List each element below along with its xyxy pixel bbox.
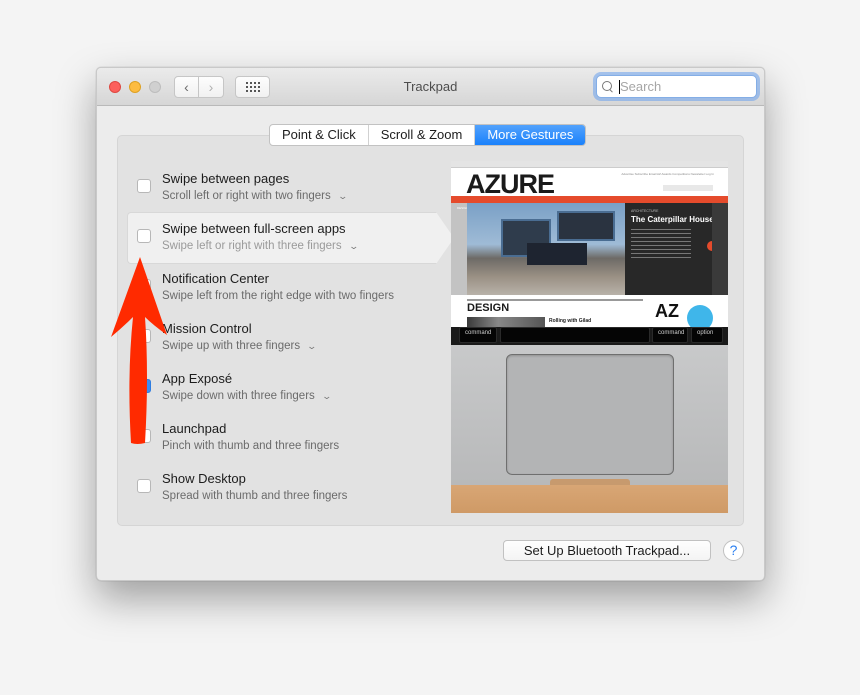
- preview-site-header: AZURE Advertise Subscribe Email AZ Award…: [451, 168, 728, 199]
- preview-feature-text: [631, 229, 691, 259]
- red-arrow-annotation-icon: [111, 257, 167, 444]
- gesture-subtitle[interactable]: Swipe left or right with three fingers ⌄: [162, 240, 359, 252]
- gesture-subtitle: Spread with thumb and three fingers: [162, 490, 348, 502]
- search-field[interactable]: [596, 75, 757, 98]
- tab-scroll-zoom[interactable]: Scroll & Zoom: [369, 125, 476, 145]
- preview-site-nav: DESIGN ARCHITECTURE INTERIORS CURIOSITY …: [451, 196, 728, 210]
- gesture-title: Notification Center: [162, 271, 269, 286]
- tab-bar: Point & Click Scroll & Zoom More Gesture…: [269, 124, 587, 146]
- preview-article-title: Rolling with Gilad: [549, 318, 592, 324]
- preview-hero-image: [467, 203, 625, 295]
- preview-feature-panel: ARCHITECTURE The Caterpillar House: [625, 203, 728, 295]
- gesture-subtitle[interactable]: Swipe down with three fingers ⌄: [162, 390, 332, 402]
- preview-laptop-body: [451, 345, 728, 485]
- gestures-panel: Swipe between pages Scroll left or right…: [117, 135, 744, 526]
- gesture-title: Show Desktop: [162, 471, 246, 486]
- preview-section-title: DESIGN: [467, 302, 510, 314]
- chevron-down-icon[interactable]: ⌄: [337, 191, 348, 202]
- checkbox[interactable]: [137, 229, 151, 243]
- set-up-bluetooth-trackpad-button[interactable]: Set Up Bluetooth Trackpad...: [503, 540, 711, 561]
- tab-point-click[interactable]: Point & Click: [270, 125, 369, 145]
- gesture-subtitle: Pinch with thumb and three fingers: [162, 440, 340, 452]
- checkbox[interactable]: [137, 179, 151, 193]
- preview-site-search: [663, 185, 713, 191]
- preview-trackpad: [506, 354, 674, 475]
- title-bar: ‹ › Trackpad: [97, 68, 764, 106]
- preview-key: command: [459, 327, 497, 343]
- help-button[interactable]: ?: [723, 540, 744, 561]
- gesture-show-desktop[interactable]: Show Desktop Spread with thumb and three…: [118, 462, 438, 512]
- chevron-down-icon[interactable]: ⌄: [307, 341, 318, 352]
- preview-awards-logo: AZ: [655, 301, 679, 321]
- preview-feature-kicker: ARCHITECTURE: [631, 209, 659, 213]
- gesture-swipe-between-pages[interactable]: Swipe between pages Scroll left or right…: [118, 162, 438, 212]
- preview-feature-title: The Caterpillar House: [631, 215, 714, 224]
- gesture-subtitle: Swipe left from the right edge with two …: [162, 290, 395, 302]
- gesture-option: Swipe left or right with three fingers: [162, 240, 342, 252]
- gesture-title: Launchpad: [162, 421, 227, 436]
- gesture-title: Swipe between pages: [162, 171, 290, 186]
- gesture-title: Swipe between full-screen apps: [162, 221, 346, 236]
- preview-spacebar: [500, 327, 650, 343]
- tab-more-gestures[interactable]: More Gestures: [475, 125, 586, 145]
- chevron-down-icon[interactable]: ⌄: [348, 241, 359, 252]
- preview-keyboard: command command option: [451, 327, 728, 345]
- preview-desk: [451, 485, 728, 513]
- gesture-option: Swipe down with three fingers: [162, 390, 315, 402]
- trackpad-preferences-window: ‹ › Trackpad Point & Click Scroll & Zoom…: [96, 67, 765, 581]
- gesture-option: Swipe up with three fingers: [162, 340, 301, 352]
- gesture-subtitle[interactable]: Swipe up with three fingers ⌄: [162, 340, 318, 352]
- preview-header-links: Advertise Subscribe Email AZ Awards Comp…: [621, 172, 714, 176]
- gesture-title: Mission Control: [162, 321, 252, 336]
- gesture-option: Scroll left or right with two fingers: [162, 190, 331, 202]
- preview-browser-bar: [451, 161, 728, 168]
- checkbox[interactable]: [137, 479, 151, 493]
- chevron-down-icon[interactable]: ⌄: [321, 391, 332, 402]
- preview-key: command: [652, 327, 688, 343]
- gesture-subtitle[interactable]: Scroll left or right with two fingers ⌄: [162, 190, 348, 202]
- gesture-preview-video: AZURE Advertise Subscribe Email AZ Award…: [451, 161, 728, 513]
- gesture-title: App Exposé: [162, 371, 233, 386]
- preview-key: option: [691, 327, 723, 343]
- search-icon: [602, 80, 614, 93]
- search-input[interactable]: [620, 79, 750, 94]
